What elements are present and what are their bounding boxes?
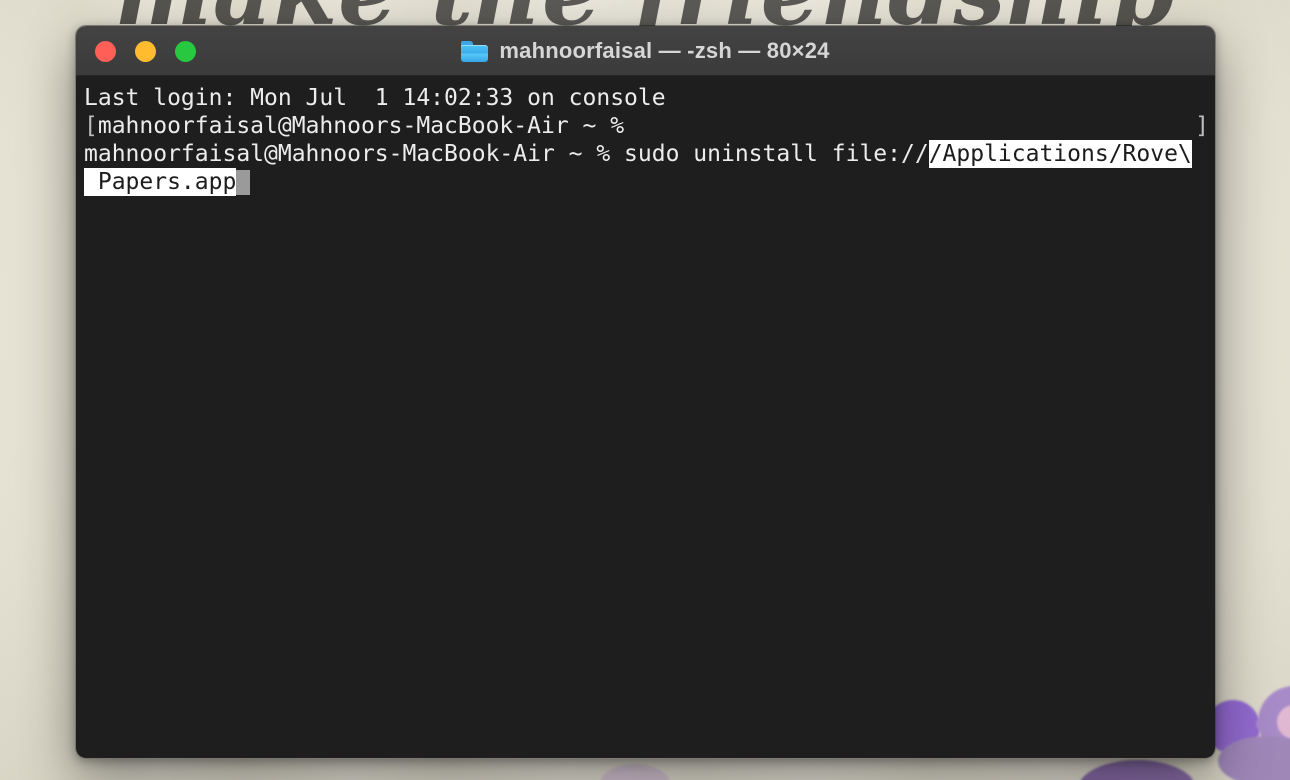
minimize-button[interactable] xyxy=(135,41,156,62)
window-title: mahnoorfaisal — -zsh — 80×24 xyxy=(499,38,830,63)
terminal-line-prompt-empty: [mahnoorfaisal@Mahnoors-MacBook-Air ~ % … xyxy=(76,112,1215,140)
wallpaper-decor-blob xyxy=(1256,718,1268,730)
terminal-line-command: mahnoorfaisal@Mahnoors-MacBook-Air ~ % s… xyxy=(76,140,1215,168)
shell-prompt: mahnoorfaisal@Mahnoors-MacBook-Air ~ % xyxy=(97,113,625,139)
window-controls xyxy=(95,41,196,62)
terminal-line-last-login: Last login: Mon Jul 1 14:02:33 on consol… xyxy=(76,84,1215,112)
pasted-path-highlight: /Applications/Rove\ xyxy=(928,140,1192,168)
command-text: sudo uninstall file:// xyxy=(624,141,929,167)
prompt-line-left: [mahnoorfaisal@Mahnoors-MacBook-Air ~ % xyxy=(84,112,624,140)
terminal-output-area[interactable]: Last login: Mon Jul 1 14:02:33 on consol… xyxy=(76,76,1215,758)
last-login-text: Last login: Mon Jul 1 14:02:33 on consol… xyxy=(84,85,666,111)
wallpaper-decor-blob xyxy=(1277,705,1290,739)
wallpaper-decor-blob xyxy=(1078,760,1196,780)
folder-icon xyxy=(461,40,489,62)
window-title-group: mahnoorfaisal — -zsh — 80×24 xyxy=(76,26,1215,76)
pasted-path-highlight-wrapped: Papers.app xyxy=(84,168,237,196)
wallpaper-decor-blob xyxy=(1218,736,1290,780)
close-button[interactable] xyxy=(95,41,116,62)
wallpaper-decor-blob xyxy=(600,764,670,780)
window-titlebar[interactable]: mahnoorfaisal — -zsh — 80×24 xyxy=(76,26,1215,76)
bracketed-paste-open: [ xyxy=(84,113,98,139)
wallpaper-decor-blob xyxy=(1258,686,1290,758)
terminal-line-command-wrapped: Papers.app xyxy=(76,168,1215,196)
maximize-button[interactable] xyxy=(175,41,196,62)
terminal-window[interactable]: mahnoorfaisal — -zsh — 80×24 Last login:… xyxy=(75,25,1216,759)
bracketed-paste-close: ] xyxy=(1195,113,1209,139)
shell-prompt: mahnoorfaisal@Mahnoors-MacBook-Air ~ % xyxy=(84,141,625,167)
cursor-block xyxy=(236,169,251,195)
